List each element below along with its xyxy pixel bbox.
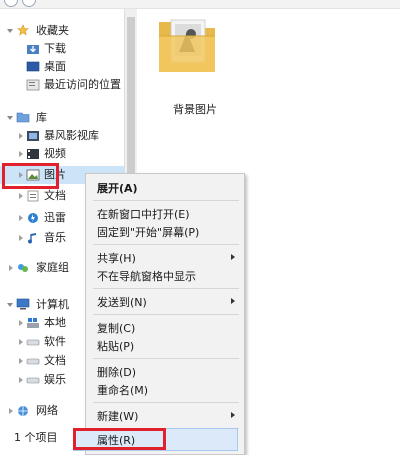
nav-item-favorites[interactable]: 收藏夹 [0,22,124,40]
music-icon [28,233,36,244]
forward-button[interactable] [22,0,36,7]
expand-arrow-icon[interactable] [19,133,23,139]
video-library-icon [27,131,39,141]
menu-item-copy[interactable]: 复制(C) [97,320,135,336]
expand-arrow-icon[interactable] [19,339,23,345]
collapse-arrow-icon[interactable] [7,29,13,33]
menu-item-paste[interactable]: 粘贴(P) [97,338,134,354]
highlight-box-properties [73,428,166,450]
menu-separator [93,402,239,403]
menu-item-rename[interactable]: 重命名(M) [97,382,148,398]
nav-label: 软件 [44,335,66,348]
nav-label: 计算机 [36,298,69,311]
nav-label: 暴风影视库 [44,129,99,142]
expand-arrow-icon[interactable] [19,193,23,199]
thunder-icon [28,213,38,223]
system-drive-icon [27,318,39,328]
nav-label: 本地 [44,316,66,329]
collapse-arrow-icon[interactable] [7,116,13,120]
nav-label: 最近访问的位置 [44,78,121,91]
menu-item-expand[interactable]: 展开(A) [97,180,138,196]
menu-item-hide-nav[interactable]: 不在导航窗格中显示 [97,268,196,284]
highlight-box-pictures [2,163,59,189]
nav-label: 库 [36,111,47,124]
drive-icon [26,339,40,346]
expand-arrow-icon[interactable] [19,358,23,364]
documents-icon [27,190,39,202]
nav-label: 桌面 [44,60,66,73]
expand-arrow-icon[interactable] [19,151,23,157]
nav-item-storm-library[interactable]: 暴风影视库 [0,127,124,145]
nav-label: 下载 [44,42,66,55]
nav-item-desktop[interactable]: 桌面 [0,58,124,76]
nav-item-videos[interactable]: 视频 [0,145,124,163]
menu-item-pin-start[interactable]: 固定到"开始"屏幕(P) [97,224,199,240]
nav-item-recent[interactable]: 最近访问的位置 [0,76,124,94]
menu-separator [93,200,239,201]
recent-places-icon [26,79,40,91]
nav-label: 文档 [44,354,66,367]
download-folder-icon [27,45,39,54]
nav-label: 音乐 [44,231,66,244]
menu-item-open-new-window[interactable]: 在新窗口中打开(E) [97,206,190,222]
menu-item-new[interactable]: 新建(W) [97,408,138,424]
expand-arrow-icon[interactable] [19,215,23,221]
submenu-arrow-icon [231,412,235,418]
drive-icon [26,358,40,365]
nav-item-downloads[interactable]: 下载 [0,40,124,58]
expand-arrow-icon[interactable] [9,408,13,414]
computer-icon [16,298,30,310]
folder-label: 背景图片 [173,103,217,116]
submenu-arrow-icon [231,254,235,260]
expand-arrow-icon[interactable] [9,265,13,271]
menu-separator [93,314,239,315]
desktop-icon [26,61,40,72]
status-item-count: 1 个项目 [14,431,58,444]
nav-label: 视频 [44,147,66,160]
library-icon [16,112,30,123]
homegroup-icon [18,264,28,272]
folder-background-images[interactable] [157,12,217,74]
expand-arrow-icon[interactable] [19,235,23,241]
back-button[interactable] [4,0,18,7]
star-icon [17,24,29,36]
menu-separator [93,358,239,359]
submenu-arrow-icon [231,298,235,304]
network-icon [18,406,28,416]
drive-icon [26,377,40,384]
nav-item-libraries[interactable]: 库 [0,109,124,127]
nav-label: 网络 [36,404,58,417]
context-menu: 展开(A) 在新窗口中打开(E) 固定到"开始"屏幕(P) 共享(H) 不在导航… [85,173,245,455]
menu-item-delete[interactable]: 删除(D) [97,364,136,380]
nav-label: 家庭组 [36,261,69,274]
menu-item-share[interactable]: 共享(H) [97,250,136,266]
collapse-arrow-icon[interactable] [7,303,13,307]
window-header-strip [0,0,400,9]
video-icon [27,149,39,159]
expand-arrow-icon[interactable] [19,377,23,383]
nav-label: 娱乐 [44,373,66,386]
nav-label: 迅雷 [44,211,66,224]
menu-separator [93,288,239,289]
menu-separator [93,244,239,245]
menu-item-send-to[interactable]: 发送到(N) [97,294,147,310]
nav-label: 收藏夹 [36,24,69,37]
nav-label: 文档 [44,189,66,202]
expand-arrow-icon[interactable] [19,320,23,326]
